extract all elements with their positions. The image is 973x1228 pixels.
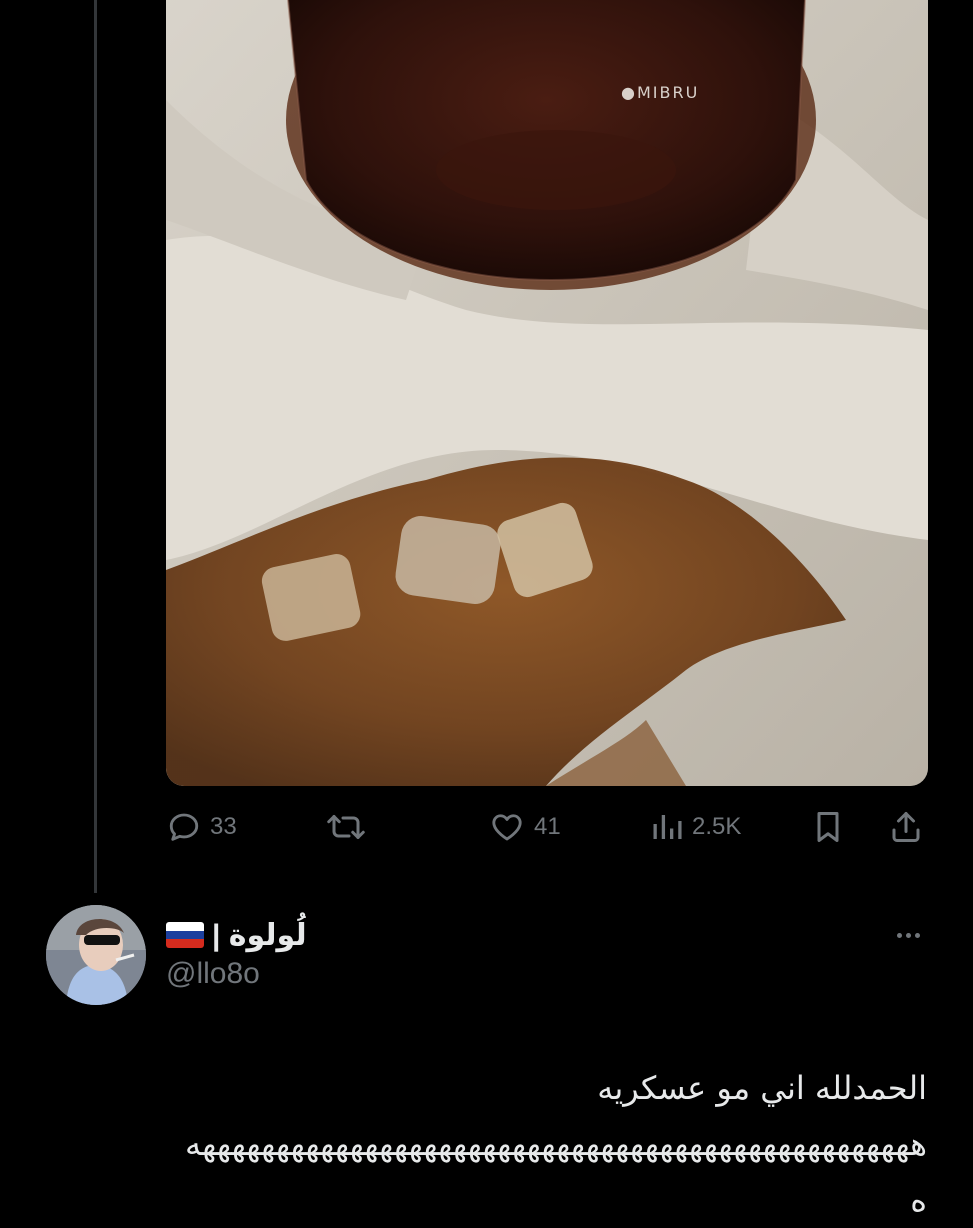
reply-text-line: ه xyxy=(910,1181,927,1219)
analytics-icon xyxy=(653,815,682,839)
views-count: 2.5K xyxy=(692,813,742,840)
bookmark-icon xyxy=(817,812,839,842)
reply-author-row: لُولوة | @llo8o xyxy=(0,905,973,1015)
reply-text-line: هههههههههههههههههههههههههههههههههههههههه… xyxy=(184,1125,927,1163)
more-dot-icon xyxy=(896,932,902,938)
glass-watermark: ●MIBRU xyxy=(621,83,699,102)
repost-icon xyxy=(327,815,365,839)
share-button[interactable] xyxy=(888,805,924,849)
like-button[interactable]: 41 xyxy=(488,805,561,849)
views-button[interactable]: 2.5K xyxy=(650,805,741,849)
repost-button[interactable] xyxy=(326,805,366,849)
reply-button[interactable]: 33 xyxy=(166,805,237,849)
bookmark-button[interactable] xyxy=(812,805,844,849)
reply-count: 33 xyxy=(210,813,237,840)
like-count: 41 xyxy=(534,813,561,840)
more-dot-icon xyxy=(905,932,911,938)
spilled-tea-photo: ●MIBRU xyxy=(166,0,928,786)
more-dot-icon xyxy=(914,932,920,938)
reply-text: الحمدلله اني مو عسكريه ههههههههههههههههه… xyxy=(47,1060,927,1228)
user-handle[interactable]: @llo8o xyxy=(166,957,260,991)
post-media-image[interactable]: ●MIBRU xyxy=(166,0,928,786)
russia-flag-icon xyxy=(166,922,204,948)
reply-text-line: الحمدلله اني مو عسكريه xyxy=(597,1069,927,1107)
reply-icon xyxy=(169,813,199,841)
share-icon xyxy=(892,812,920,842)
display-name: لُولوة | xyxy=(212,918,307,952)
heart-icon xyxy=(492,814,522,841)
avatar-photo xyxy=(46,905,146,1005)
thread-connector-line xyxy=(94,0,97,893)
display-name-link[interactable]: لُولوة | xyxy=(166,915,307,955)
avatar[interactable] xyxy=(46,905,146,1005)
post-action-bar: 33 41 2.5K xyxy=(0,805,973,849)
more-options-button[interactable] xyxy=(886,920,930,950)
